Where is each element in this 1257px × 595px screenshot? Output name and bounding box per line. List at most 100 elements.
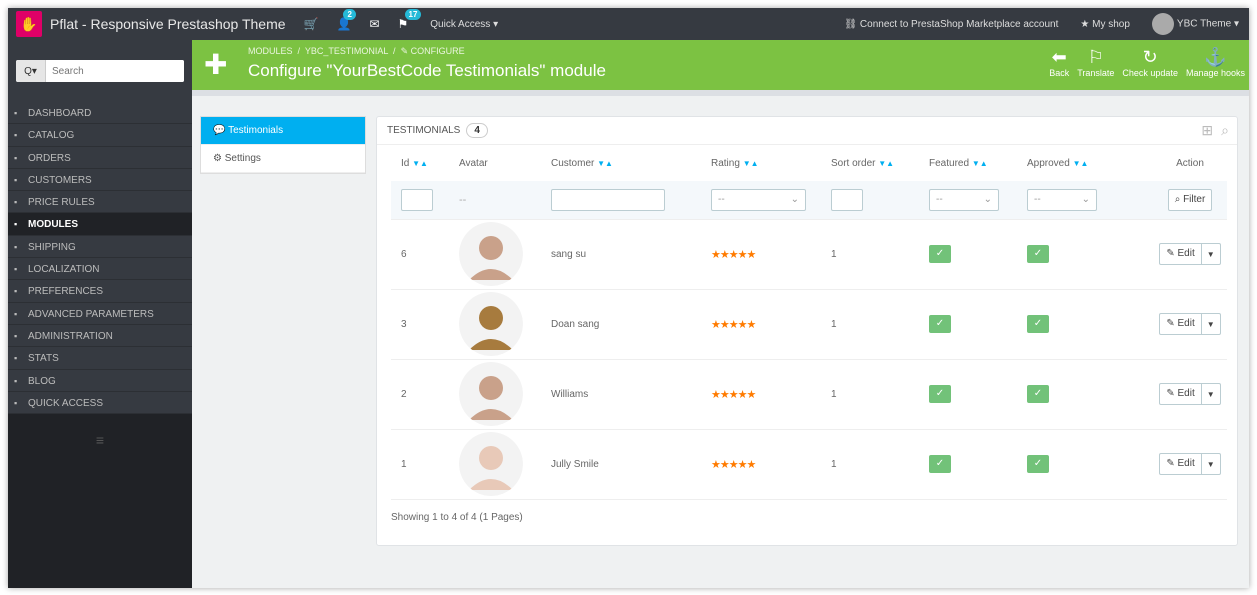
row-actions-dropdown[interactable]: ▼ [1202, 250, 1220, 259]
anchor-icon: ⚓ [1204, 47, 1227, 67]
sort-icon[interactable]: ▼▲ [743, 159, 759, 168]
check-update-button[interactable]: ↻ Check update [1118, 46, 1182, 78]
sidebar-item-advanced-parameters[interactable]: ▪ ADVANCED PARAMETERS [8, 302, 192, 325]
featured-toggle[interactable]: ✓ [929, 385, 951, 403]
sidebar-item-blog[interactable]: ▪ BLOG [8, 369, 192, 392]
approved-toggle[interactable]: ✓ [1027, 245, 1049, 263]
orders-cart-icon[interactable]: 🛒 [304, 17, 319, 31]
sidebar-item-price-rules[interactable]: ▪ PRICE RULES [8, 191, 192, 214]
sidebar-item-quick-access[interactable]: ▪ QUICK ACCESS [8, 391, 192, 415]
edit-button[interactable]: ✎ Edit [1160, 454, 1202, 474]
customer-avatar [459, 222, 523, 286]
shop-name-link[interactable]: Pflat - Responsive Prestashop Theme [50, 16, 286, 32]
shipping-icon: ▪ [14, 241, 18, 252]
user-menu[interactable]: YBC Theme ▾ [1151, 13, 1239, 35]
sort-icon[interactable]: ▼▲ [412, 159, 428, 168]
translate-button[interactable]: ⚐ Translate [1073, 46, 1118, 78]
approved-toggle[interactable]: ✓ [1027, 315, 1049, 333]
quick-access-icon: ▪ [14, 397, 18, 408]
messages-envelope-icon[interactable]: ✉ [369, 17, 379, 31]
sidebar-item-orders[interactable]: ▪ ORDERS [8, 146, 192, 169]
sidebar-item-administration[interactable]: ▪ ADMINISTRATION [8, 324, 192, 348]
edit-button[interactable]: ✎ Edit [1160, 244, 1202, 264]
col-featured[interactable]: Featured ▼▲ [919, 145, 1017, 181]
sidebar-item-shipping[interactable]: ▪ SHIPPING [8, 235, 192, 259]
back-label: Back [1049, 68, 1070, 78]
catalog-icon: ▪ [14, 130, 18, 141]
prestashop-logo-icon[interactable]: ✋ [16, 11, 42, 37]
breadcrumb-module-name[interactable]: YBC_TESTIMONIAL [305, 46, 388, 56]
row-actions-dropdown[interactable]: ▼ [1202, 320, 1220, 329]
filter-id-input[interactable] [401, 188, 433, 211]
customers-notification-icon[interactable]: 👤 2 [336, 9, 356, 31]
sidebar-item-stats[interactable]: ▪ STATS [8, 347, 192, 370]
sidebar-item-catalog[interactable]: ▪ CATALOG [8, 124, 192, 147]
sidebar-item-customers[interactable]: ▪ CUSTOMERS [8, 168, 192, 192]
approved-toggle[interactable]: ✓ [1027, 385, 1049, 403]
sort-icon[interactable]: ▼▲ [1073, 159, 1089, 168]
my-shop-link[interactable]: ★ My shop [1080, 19, 1130, 30]
wrench-icon: ✎ [400, 46, 409, 56]
featured-toggle[interactable]: ✓ [929, 455, 951, 473]
sidebar-item-label: ADMINISTRATION [28, 330, 113, 342]
connect-marketplace-link[interactable]: ⛓ Connect to PrestaShop Marketplace acco… [844, 19, 1058, 30]
sidebar-item-localization[interactable]: ▪ LOCALIZATION [8, 258, 192, 281]
sort-icon[interactable]: ▼▲ [878, 159, 894, 168]
add-new-icon[interactable]: ⊞ [1201, 122, 1213, 139]
filter-approved-select[interactable]: -- ⌄ [1027, 188, 1097, 211]
col-id[interactable]: Id ▼▲ [391, 145, 449, 181]
filter-rating-select[interactable]: -- ⌄ [711, 188, 806, 211]
edit-button[interactable]: ✎ Edit [1160, 384, 1202, 404]
manage-hooks-button[interactable]: ⚓ Manage hooks [1182, 46, 1249, 78]
sidebar-item-preferences[interactable]: ▪ PREFERENCES [8, 280, 192, 303]
back-button[interactable]: ⬅ Back [1045, 46, 1073, 78]
col-rating[interactable]: Rating ▼▲ [701, 145, 821, 181]
back-arrow-icon: ⬅ [1051, 47, 1067, 67]
table-row[interactable]: 2 Williams ★★★★★ 1 ✓ ✓ ✎ Edit ▼ [391, 359, 1227, 430]
row-actions-dropdown[interactable]: ▼ [1202, 390, 1220, 399]
row-sort-order: 1 [831, 458, 837, 470]
rating-stars: ★★★★★ [711, 248, 756, 261]
table-row[interactable]: 6 sang su ★★★★★ 1 ✓ ✓ ✎ Edit ▼ [391, 219, 1227, 290]
sidebar-item-modules[interactable]: ▪ MODULES [8, 213, 192, 236]
sidebar-item-label: STATS [28, 353, 59, 365]
tab-testimonials[interactable]: 💬 Testimonials [201, 117, 365, 145]
sort-icon[interactable]: ▼▲ [972, 159, 988, 168]
search-input[interactable] [46, 60, 184, 82]
sort-icon[interactable]: ▼▲ [597, 159, 613, 168]
edit-label: Edit [1177, 248, 1195, 259]
col-customer[interactable]: Customer ▼▲ [541, 145, 701, 181]
user-menu-label: YBC Theme ▾ [1176, 18, 1239, 30]
search-icon[interactable]: ⌕ [1221, 122, 1229, 139]
col-sort-order[interactable]: Sort order ▼▲ [821, 145, 919, 181]
quick-access-dropdown[interactable]: Quick Access ▾ [430, 19, 498, 30]
table-row[interactable]: 3 Doan sang ★★★★★ 1 ✓ ✓ ✎ Edit ▼ [391, 289, 1227, 360]
customers-icon: ▪ [14, 174, 18, 185]
puzzle-icon: ✚ [204, 49, 228, 80]
price-rules-icon: ▪ [14, 197, 18, 208]
filter-featured-select[interactable]: -- ⌄ [929, 188, 999, 211]
featured-toggle[interactable]: ✓ [929, 315, 951, 333]
row-actions-dropdown[interactable]: ▼ [1202, 460, 1220, 469]
star-icon: ★ [1080, 18, 1093, 30]
orders-notification-icon[interactable]: ⚑ 17 [398, 9, 422, 31]
filter-sort-order-input[interactable] [831, 188, 863, 211]
filter-button[interactable]: ⌕ Filter [1167, 188, 1213, 211]
administration-icon: ▪ [14, 330, 18, 341]
chevron-down-icon: ⌄ [1081, 194, 1090, 206]
sidebar-item-dashboard[interactable]: ▪ DASHBOARD [8, 102, 192, 125]
filter-customer-input[interactable] [551, 188, 665, 211]
table-row[interactable]: 1 Jully Smile ★★★★★ 1 ✓ ✓ ✎ Edit ▼ [391, 429, 1227, 500]
search-type-button[interactable]: Q▾ [16, 60, 46, 82]
approved-toggle[interactable]: ✓ [1027, 455, 1049, 473]
dashboard-icon: ▪ [14, 108, 18, 118]
edit-button[interactable]: ✎ Edit [1160, 314, 1202, 334]
edit-label: Edit [1177, 458, 1195, 469]
edit-label: Edit [1177, 388, 1195, 399]
breadcrumb-modules[interactable]: MODULES [248, 46, 293, 56]
featured-toggle[interactable]: ✓ [929, 245, 951, 263]
tab-settings[interactable]: ⚙ Settings [201, 145, 365, 173]
col-approved[interactable]: Approved ▼▲ [1017, 145, 1143, 181]
collapse-menu-icon[interactable]: ≡ [8, 432, 192, 448]
top-bar: ✋ Pflat - Responsive Prestashop Theme 🛒 … [8, 8, 1249, 40]
